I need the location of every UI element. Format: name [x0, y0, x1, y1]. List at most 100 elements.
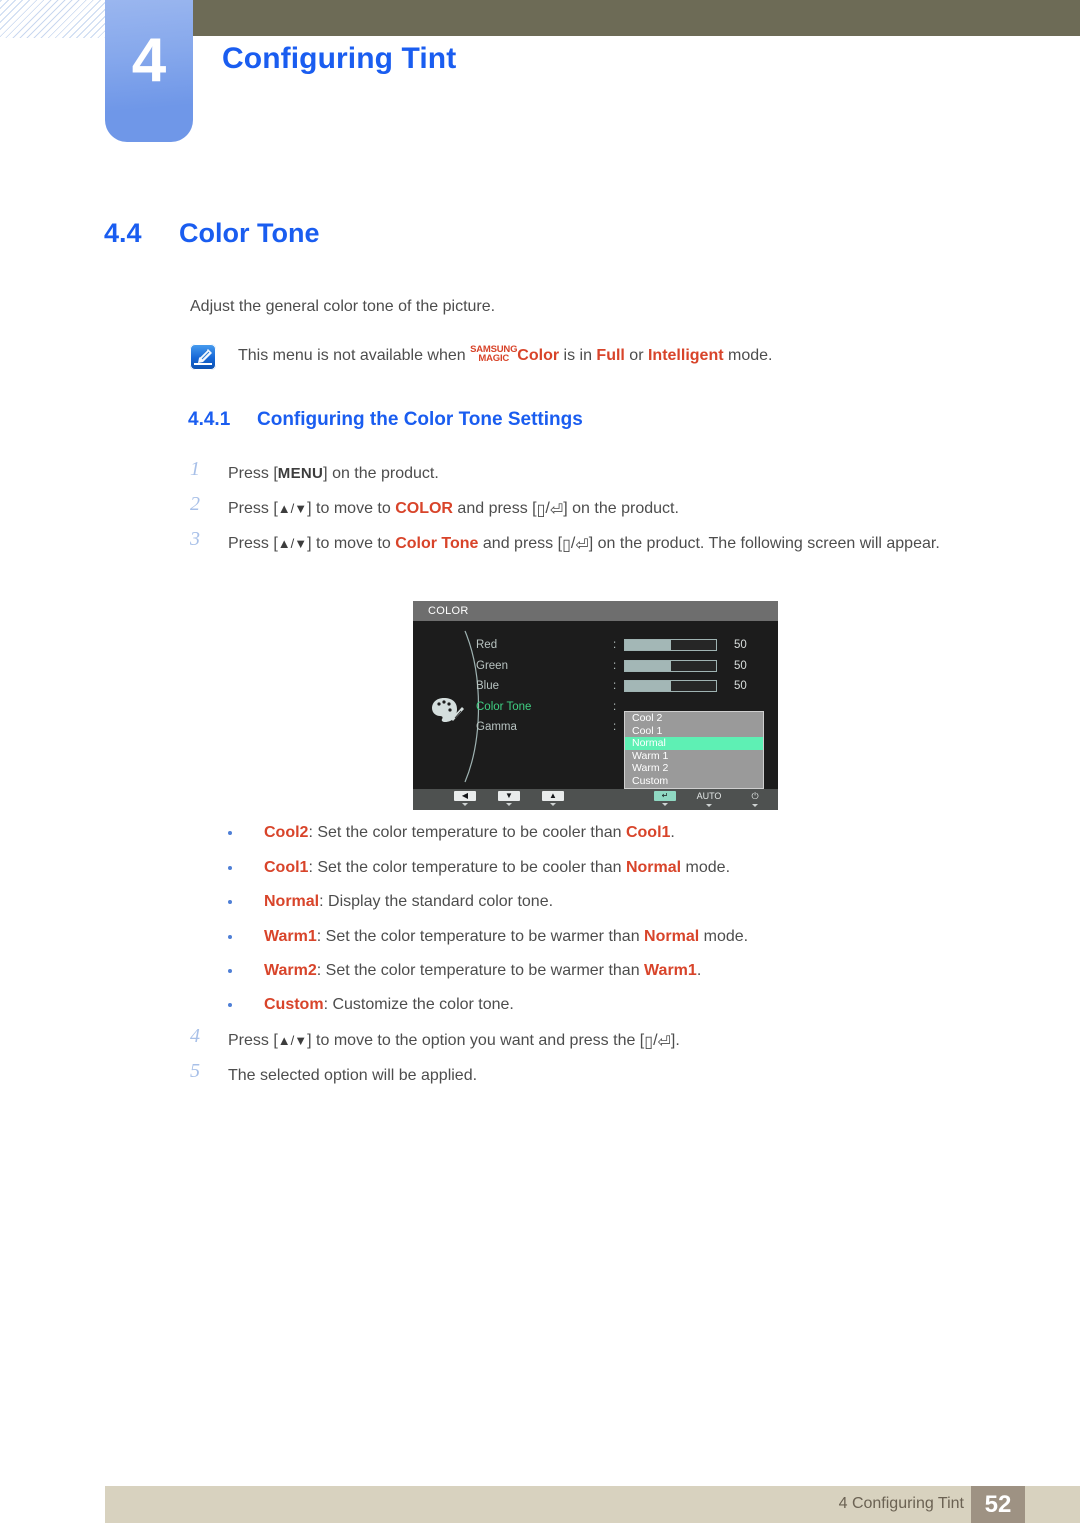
magic-bottom: MAGIC	[478, 353, 510, 364]
bullet-suffix: mode.	[699, 928, 749, 945]
bullet-suffix: .	[696, 962, 702, 979]
osd-slider-value: 50	[734, 659, 747, 672]
magic-color-word: Color	[517, 347, 560, 364]
color-palette-icon	[431, 696, 465, 724]
osd-button-marker	[662, 803, 668, 806]
subsection-number: 4.4.1	[188, 409, 231, 430]
osd-slider[interactable]	[624, 659, 717, 672]
note-pen-icon	[190, 344, 216, 370]
osd-button-marker	[462, 803, 468, 806]
bullet-description: : Display the standard color tone.	[319, 893, 554, 910]
bullet-term: Cool2	[264, 824, 309, 841]
bullet-text: Warm1: Set the color temperature to be w…	[264, 926, 1024, 948]
step-text: The selected option will be applied.	[228, 1067, 478, 1084]
bullet-dot-icon	[228, 969, 232, 973]
note-text-after: mode.	[723, 347, 773, 364]
step-number: 1	[190, 458, 200, 480]
header-olive-bar	[193, 0, 1080, 36]
bullet-text: Warm2: Set the color temperature to be w…	[264, 960, 1024, 982]
osd-row-colon: :	[613, 680, 617, 692]
osd-body: Red: 50 Green: 50 Blue: 50 Color Tone: Gamma: C…	[413, 621, 778, 789]
osd-row[interactable]: Red: 50	[476, 635, 786, 656]
bullet-description: : Set the color temperature to be warmer…	[316, 962, 645, 979]
bullet-text: Custom: Customize the color tone.	[264, 994, 1024, 1016]
bullet-reference: Normal	[625, 859, 682, 876]
step-text: Press [▲/▼] to move to the option you wa…	[228, 1032, 680, 1051]
note-text: This menu is not available when SAMSUNG M…	[238, 345, 772, 365]
step-text: Press [▲/▼] to move to Color Tone and pr…	[228, 535, 940, 554]
osd-slider-fill	[625, 660, 671, 671]
dropdown-option[interactable]: Warm 1	[625, 750, 763, 763]
step-text: Press [▲/▼] to move to COLOR and press […	[228, 500, 679, 519]
dropdown-option[interactable]: Warm 2	[625, 762, 763, 775]
bullet-term: Cool1	[264, 859, 309, 876]
bullet-text: Normal: Display the standard color tone.	[264, 891, 1024, 913]
osd-slider[interactable]	[624, 639, 717, 651]
bullet-term: Warm2	[264, 962, 317, 979]
bullet-term: Normal	[264, 893, 320, 910]
osd-row-label: Gamma	[476, 721, 517, 733]
bullet-description: : Set the color temperature to be cooler…	[308, 824, 626, 841]
bullet-suffix: mode.	[681, 859, 731, 876]
osd-slider-value: 50	[734, 680, 747, 692]
osd-slider-fill	[625, 640, 671, 650]
bullet-dot-icon	[228, 831, 232, 835]
samsung-magic-logo: SAMSUNG MAGIC	[470, 345, 517, 364]
bullet-term: Custom	[264, 996, 324, 1013]
bullet-term: Warm1	[264, 928, 317, 945]
note-text-before: This menu is not available when	[238, 347, 471, 364]
dropdown-option[interactable]: Normal	[625, 737, 763, 750]
osd-slider-fill	[625, 681, 671, 691]
bullet-text: Cool2: Set the color temperature to be c…	[264, 822, 1024, 844]
page-number: 52	[984, 1491, 1012, 1518]
osd-left-arrow-icon: ◀	[454, 791, 476, 801]
bullet-description: : Set the color temperature to be cooler…	[308, 859, 626, 876]
bullet-description: : Set the color temperature to be warmer…	[316, 928, 645, 945]
footer-label: 4 Configuring Tint	[838, 1495, 964, 1512]
step-number: 5	[190, 1060, 200, 1082]
bullet-dot-icon	[228, 1003, 232, 1007]
dropdown-option[interactable]: Cool 1	[625, 725, 763, 738]
osd-auto-button[interactable]: AUTO	[694, 791, 724, 807]
osd-screenshot: COLOR Red: 50 Green: 50 Blue: 50 Color Tone: Ga…	[413, 601, 778, 810]
subsection-title: Configuring the Color Tone Settings	[257, 409, 583, 430]
osd-button-marker	[506, 803, 512, 806]
step-number: 3	[190, 528, 200, 550]
color-tone-dropdown[interactable]: Cool 2 Cool 1 Normal Warm 1 Warm 2 Custom	[624, 711, 764, 789]
osd-slider[interactable]	[624, 680, 717, 692]
osd-row-colon: :	[613, 700, 617, 713]
osd-row-label: Red	[476, 639, 498, 651]
note-mode-full: Full	[596, 347, 625, 364]
bullet-suffix: .	[670, 824, 675, 841]
osd-enter-button[interactable]: ↵	[654, 791, 676, 806]
osd-up-arrow-button[interactable]: ▲	[542, 791, 564, 806]
osd-left-arrow-button[interactable]: ◀	[454, 791, 476, 806]
osd-footer-toolbar: ◀ ▼ ▲ ↵ AUTO ⏻	[413, 789, 778, 810]
osd-row[interactable]: Green: 50	[476, 656, 786, 677]
osd-power-button[interactable]: ⏻	[740, 791, 770, 807]
osd-enter-icon: ↵	[654, 791, 676, 801]
osd-auto-icon: AUTO	[696, 791, 722, 801]
bullet-dot-icon	[228, 900, 232, 904]
osd-row-label: Green	[476, 659, 508, 672]
osd-up-arrow-icon: ▲	[542, 791, 564, 801]
chapter-number-box: 4	[105, 0, 193, 142]
bullet-reference: Cool1	[625, 824, 671, 841]
bullet-text: Cool1: Set the color temperature to be c…	[264, 857, 1024, 879]
bullet-reference: Normal	[644, 928, 700, 945]
dropdown-option[interactable]: Custom	[625, 775, 763, 788]
note-mode-intelligent: Intelligent	[647, 347, 724, 364]
osd-down-arrow-button[interactable]: ▼	[498, 791, 520, 806]
dropdown-option[interactable]: Cool 2	[625, 712, 763, 725]
bullet-dot-icon	[228, 866, 232, 870]
osd-down-arrow-icon: ▼	[498, 791, 520, 801]
osd-row-label: Blue	[476, 680, 500, 692]
osd-row-colon: :	[613, 721, 617, 733]
section-number: 4.4	[104, 218, 142, 248]
osd-row[interactable]: Blue: 50	[476, 676, 786, 697]
osd-button-marker	[706, 804, 712, 807]
page-title: Color Tone	[179, 218, 320, 248]
note-text-or: or	[624, 347, 648, 364]
osd-row-colon: :	[613, 639, 617, 651]
step-number: 2	[190, 493, 200, 515]
